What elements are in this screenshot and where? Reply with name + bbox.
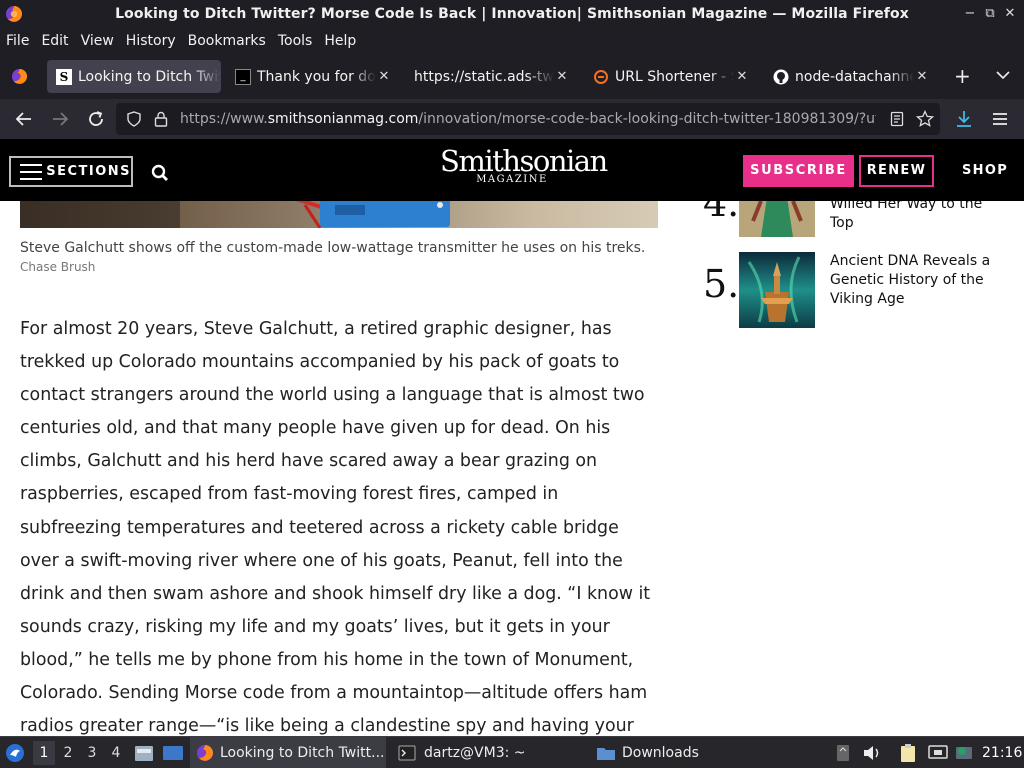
caption-text: Steve Galchutt shows off the custom-made… <box>20 240 646 256</box>
new-tab-icon[interactable]: + <box>954 66 971 86</box>
menu-view[interactable]: View <box>81 33 114 49</box>
window-title: Looking to Ditch Twitter? Morse Code Is … <box>115 6 909 22</box>
tab-label: https://static.ads-twitter.com <box>414 68 554 85</box>
trending-number: 4. <box>703 201 740 225</box>
workspace-4[interactable]: 4 <box>105 741 127 765</box>
tab-node-datachannel[interactable]: node-datachannel ✕ <box>764 60 936 93</box>
app-menu-icon[interactable] <box>988 107 1012 131</box>
subscribe-button[interactable]: SUBSCRIBE <box>743 155 854 187</box>
taskbar: 1 2 3 4 Looking to Ditch Twitt... dartz@… <box>0 736 1024 768</box>
menu-help[interactable]: Help <box>324 33 356 49</box>
restore-icon[interactable]: ⧉ <box>982 6 998 22</box>
bookmark-star-icon[interactable] <box>916 110 934 128</box>
firefox-view-icon[interactable] <box>11 68 28 85</box>
search-icon[interactable] <box>151 164 169 182</box>
menu-history[interactable]: History <box>126 33 176 49</box>
reader-view-icon[interactable] <box>890 111 904 127</box>
close-tab-icon[interactable]: ✕ <box>914 69 930 84</box>
tray-scroll-icon[interactable] <box>836 744 850 762</box>
workspace-3[interactable]: 3 <box>81 741 103 765</box>
show-desktop-icon[interactable] <box>162 744 184 762</box>
file-manager-launcher-icon[interactable] <box>134 744 154 762</box>
close-tab-icon[interactable]: ✕ <box>734 69 750 84</box>
menu-bookmarks[interactable]: Bookmarks <box>188 33 266 49</box>
trending-thumbnail <box>739 252 815 328</box>
article-body-paragraph: For almost 20 years, Steve Galchutt, a r… <box>20 319 651 736</box>
shop-link[interactable]: SHOP <box>962 155 1008 187</box>
firefox-icon <box>197 745 213 761</box>
page-content: Steve Galchutt shows off the custom-made… <box>0 201 1024 736</box>
folder-icon <box>597 748 615 760</box>
photo-credit: Chase Brush <box>20 260 96 274</box>
notification-icon[interactable] <box>954 743 974 763</box>
terminal-favicon: _ <box>235 68 251 85</box>
tab-label: Looking to Ditch Twitter? Morse Code Is … <box>78 68 221 85</box>
reload-icon[interactable] <box>84 107 108 131</box>
lock-icon[interactable] <box>154 111 168 127</box>
downloads-icon[interactable] <box>952 107 976 131</box>
task-downloads[interactable]: Downloads <box>592 737 788 768</box>
menu-bar: File Edit View History Bookmarks Tools H… <box>0 29 1024 53</box>
site-header: SECTIONS Smithsonian MAGAZINE SUBSCRIBE … <box>0 139 1024 201</box>
trending-title: Ancient DNA Reveals a Genetic History of… <box>830 253 991 307</box>
menu-tools[interactable]: Tools <box>278 33 313 49</box>
tab-url-shortener[interactable]: URL Shortener - Short URLs ✕ <box>584 60 756 93</box>
tab-label: node-datachannel <box>795 68 914 85</box>
navigation-bar: https://www.smithsonianmag.com/innovatio… <box>0 99 1024 139</box>
url-domain: smithsonianmag.com <box>267 111 419 127</box>
task-label: dartz@VM3: ~ <box>424 745 526 761</box>
tab-thank-you[interactable]: _ Thank you for downloading ✕ <box>226 60 398 93</box>
tab-label: URL Shortener - Short URLs <box>615 68 734 85</box>
clipboard-icon[interactable] <box>898 743 918 763</box>
github-favicon <box>773 69 789 85</box>
task-firefox[interactable]: Looking to Ditch Twitt... <box>190 737 386 768</box>
task-label: Looking to Ditch Twitt... <box>220 745 385 761</box>
url-bar[interactable]: https://www.smithsonianmag.com/innovatio… <box>116 103 940 135</box>
tab-strip: S Looking to Ditch Twitter? Morse Code I… <box>0 53 1024 99</box>
shortener-favicon <box>593 69 609 85</box>
trending-thumbnail <box>739 201 815 237</box>
network-icon[interactable] <box>928 744 948 762</box>
tab-label: Thank you for downloading <box>257 68 376 85</box>
trending-number: 5. <box>703 262 740 306</box>
trending-title: Willed Her Way to the Top <box>830 201 983 231</box>
forward-icon[interactable] <box>48 107 72 131</box>
close-window-icon[interactable]: ✕ <box>1002 6 1018 22</box>
workspace-2[interactable]: 2 <box>57 741 79 765</box>
clock[interactable]: 21:16 <box>982 737 1022 768</box>
url-path: /innovation/morse-code-back-looking-ditc… <box>418 111 876 127</box>
terminal-icon <box>398 745 416 761</box>
url-prefix: https://www. <box>180 111 268 127</box>
tab-smithsonian[interactable]: S Looking to Ditch Twitter? Morse Code I… <box>47 60 221 93</box>
window-titlebar: Looking to Ditch Twitter? Morse Code Is … <box>0 0 1024 29</box>
menu-edit[interactable]: Edit <box>41 33 68 49</box>
renew-button[interactable]: RENEW <box>859 155 934 187</box>
url-text[interactable]: https://www.smithsonianmag.com/innovatio… <box>180 103 876 135</box>
list-all-tabs-icon[interactable] <box>996 70 1010 80</box>
back-icon[interactable] <box>12 107 36 131</box>
task-label: Downloads <box>622 745 699 761</box>
volume-icon[interactable] <box>862 744 882 762</box>
menu-file[interactable]: File <box>6 33 29 49</box>
close-tab-icon[interactable]: ✕ <box>554 69 570 84</box>
workspace-1[interactable]: 1 <box>33 741 55 765</box>
tab-ads-twitter[interactable]: https://static.ads-twitter.com ✕ <box>404 60 576 93</box>
minimize-icon[interactable]: − <box>962 6 978 22</box>
hamburger-icon <box>20 163 42 180</box>
task-terminal[interactable]: dartz@VM3: ~ <box>392 737 588 768</box>
sections-label: SECTIONS <box>46 164 131 179</box>
article-hero-image <box>20 201 658 228</box>
app-menu-start-icon[interactable] <box>5 743 25 763</box>
sections-button[interactable]: SECTIONS <box>9 156 133 187</box>
shield-icon[interactable] <box>126 111 142 127</box>
close-tab-icon[interactable]: ✕ <box>376 69 392 84</box>
image-caption: Steve Galchutt shows off the custom-made… <box>20 239 660 277</box>
smithsonian-favicon: S <box>56 68 72 85</box>
logo-wordmark: Smithsonian <box>440 144 608 178</box>
smithsonian-logo[interactable]: Smithsonian MAGAZINE <box>440 144 608 185</box>
